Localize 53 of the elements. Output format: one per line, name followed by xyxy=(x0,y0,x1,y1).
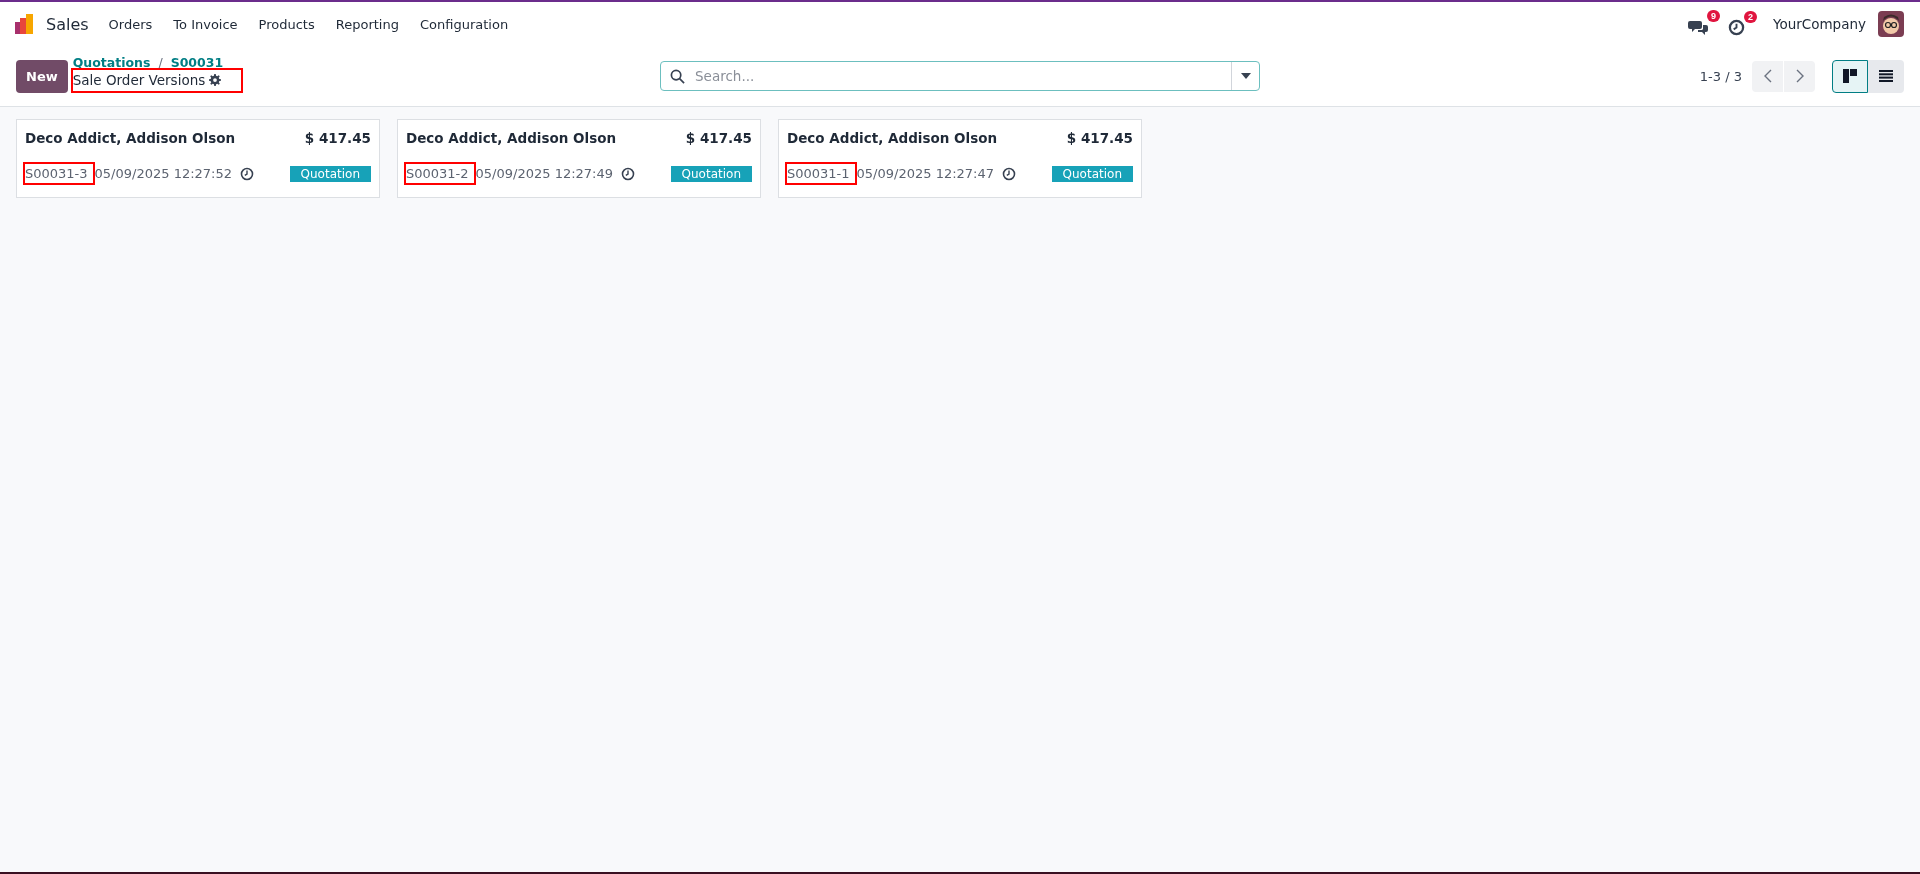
menu-item[interactable]: Orders xyxy=(108,16,153,32)
order-date: 05/09/2025 12:27:49 xyxy=(475,166,614,181)
kanban-view-button[interactable] xyxy=(1832,59,1868,93)
activity-count-badge: 2 xyxy=(1743,10,1757,23)
search-input[interactable]: Search... xyxy=(693,67,1231,85)
status-badge: Quotation xyxy=(670,165,752,182)
menu-item[interactable]: To Invoice xyxy=(173,16,238,32)
chat-bubbles-icon xyxy=(1687,18,1708,36)
app-logo-icon[interactable] xyxy=(14,13,36,35)
order-reference: S00031-1 xyxy=(787,164,855,183)
list-view-button[interactable] xyxy=(1868,59,1904,93)
list-icon xyxy=(1879,70,1893,82)
order-amount: $ 417.45 xyxy=(304,130,371,146)
clock-icon[interactable] xyxy=(621,166,636,181)
order-amount: $ 417.45 xyxy=(685,130,752,146)
customer-name: Deco Addict, Addison Olson xyxy=(25,130,236,146)
chevron-left-icon xyxy=(1763,69,1772,83)
order-date: 05/09/2025 12:27:47 xyxy=(856,166,995,181)
customer-name: Deco Addict, Addison Olson xyxy=(787,130,998,146)
status-badge: Quotation xyxy=(1051,165,1133,182)
user-avatar-icon[interactable] xyxy=(1878,11,1904,37)
new-button[interactable]: New xyxy=(16,59,68,93)
app-name-link[interactable]: Sales xyxy=(46,14,89,34)
messages-button[interactable]: 9 xyxy=(1687,10,1720,38)
caret-icon xyxy=(1240,73,1251,79)
kanban-card[interactable]: Deco Addict, Addison Olson $ 417.45 S00031-3 05/09/2025 12:27:52 Quotation xyxy=(16,119,380,198)
breadcrumb-link[interactable]: Quotations xyxy=(72,55,151,70)
menu-item[interactable]: Configuration xyxy=(419,16,509,32)
kanban-card[interactable]: Deco Addict, Addison Olson $ 417.45 S00031-2 05/09/2025 12:27:49 Quotation xyxy=(397,119,761,198)
menu-item[interactable]: Reporting xyxy=(335,16,399,32)
company-switcher[interactable]: YourCompany xyxy=(1772,16,1866,32)
search-field[interactable]: Search... xyxy=(660,61,1260,91)
order-amount: $ 417.45 xyxy=(1066,130,1133,146)
order-reference: S00031-2 xyxy=(406,164,474,183)
pager-value[interactable]: 1-3 / 3 xyxy=(1699,68,1742,84)
gear-icon[interactable] xyxy=(209,74,222,86)
order-reference: S00031-3 xyxy=(25,164,93,183)
kanban-icon xyxy=(1843,69,1857,83)
clock-icon[interactable] xyxy=(240,166,255,181)
kanban-card[interactable]: Deco Addict, Addison Olson $ 417.45 S00031-1 05/09/2025 12:27:47 Quotation xyxy=(778,119,1142,198)
status-badge: Quotation xyxy=(289,165,371,182)
breadcrumb-separator: / xyxy=(158,55,163,70)
order-date: 05/09/2025 12:27:52 xyxy=(94,166,233,181)
search-icon xyxy=(670,68,685,84)
breadcrumb-link[interactable]: S00031 xyxy=(170,55,224,70)
customer-name: Deco Addict, Addison Olson xyxy=(406,130,617,146)
menu-item[interactable]: Products xyxy=(258,16,315,32)
clock-icon[interactable] xyxy=(1002,166,1017,181)
page-title: Sale Order Versions xyxy=(72,72,206,88)
activities-button[interactable]: 2 xyxy=(1727,10,1757,38)
clock-icon xyxy=(1727,18,1745,36)
message-count-badge: 9 xyxy=(1706,10,1720,22)
chevron-right-icon xyxy=(1795,69,1804,83)
